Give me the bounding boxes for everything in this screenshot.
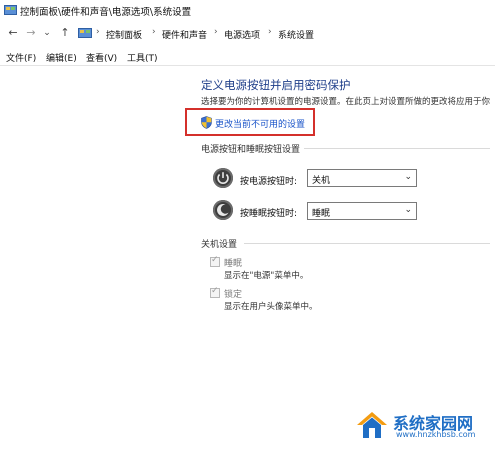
uac-shield-icon: [201, 116, 212, 129]
lock-checkbox[interactable]: ✓: [210, 286, 220, 298]
page-title: 定义电源按钮并启用密码保护: [201, 78, 351, 92]
change-unavailable-settings-link[interactable]: 更改当前不可用的设置: [215, 117, 305, 130]
menu-file[interactable]: 文件(F): [6, 51, 36, 64]
watermark-url: www.hnzkhbsb.com: [396, 430, 476, 439]
breadcrumb-hardware-sound[interactable]: 硬件和声音: [162, 28, 207, 41]
power-button-label: 按电源按钮时:: [240, 177, 298, 187]
title-bar: 控制面板\硬件和声音\电源选项\系统设置: [0, 0, 495, 22]
menu-edit[interactable]: 编辑(E): [46, 51, 77, 64]
breadcrumb-separator: ›: [152, 27, 156, 37]
recent-locations-dropdown[interactable]: ⌄: [40, 26, 54, 40]
house-logo-icon: [357, 412, 387, 438]
checkmark-icon: ✓: [211, 286, 219, 296]
chevron-down-icon: ⌄: [404, 205, 412, 215]
sleep-button-action-value: 睡眠: [312, 209, 331, 219]
menu-view[interactable]: 查看(V): [86, 51, 117, 64]
page-description: 选择要为你的计算机设置的电源设置。在此页上对设置所做的更改将应用于你: [201, 97, 491, 107]
breadcrumb-separator: ›: [96, 27, 100, 37]
section-divider: [304, 148, 490, 149]
up-button[interactable]: ↑: [58, 26, 72, 40]
power-button-action-select[interactable]: 关机 ⌄: [307, 169, 417, 187]
checkmark-icon: ✓: [211, 255, 219, 265]
sleep-button-action-select[interactable]: 睡眠 ⌄: [307, 202, 417, 220]
sleep-option-description: 显示在"电源"菜单中。: [224, 271, 309, 281]
control-panel-icon: [78, 28, 92, 38]
lock-option-description: 显示在用户头像菜单中。: [224, 302, 318, 312]
sleep-checkbox[interactable]: ✓: [210, 255, 220, 267]
navigation-bar: ← → ⌄ ↑ › 控制面板 › 硬件和声音 › 电源选项 › 系统设置: [0, 24, 495, 44]
menu-bar: 文件(F) 编辑(E) 查看(V) 工具(T): [0, 47, 495, 66]
sleep-button-label: 按睡眠按钮时:: [240, 209, 298, 219]
power-icon: [213, 168, 233, 188]
breadcrumb-system-settings[interactable]: 系统设置: [278, 28, 314, 41]
power-button-action-value: 关机: [312, 176, 331, 186]
lock-option-label: 锁定: [224, 290, 243, 300]
menu-tools[interactable]: 工具(T): [127, 51, 158, 64]
breadcrumb-control-panel[interactable]: 控制面板: [106, 28, 142, 41]
shutdown-section-heading: 关机设置: [201, 240, 238, 250]
sleep-icon: [213, 200, 233, 220]
forward-button[interactable]: →: [24, 26, 38, 40]
window-title: 控制面板\硬件和声音\电源选项\系统设置: [20, 7, 192, 18]
breadcrumb-separator: ›: [268, 27, 272, 37]
section-divider: [244, 243, 490, 244]
chevron-down-icon: ⌄: [404, 172, 412, 182]
control-panel-icon: [4, 5, 17, 15]
breadcrumb-power-options[interactable]: 电源选项: [224, 28, 260, 41]
back-button[interactable]: ←: [6, 26, 20, 40]
site-watermark-logo: 系统家园网 www.hnzkhbsb.com: [355, 409, 489, 441]
power-section-heading: 电源按钮和睡眠按钮设置: [201, 145, 301, 155]
breadcrumb-separator: ›: [214, 27, 218, 37]
sleep-option-label: 睡眠: [224, 259, 243, 269]
